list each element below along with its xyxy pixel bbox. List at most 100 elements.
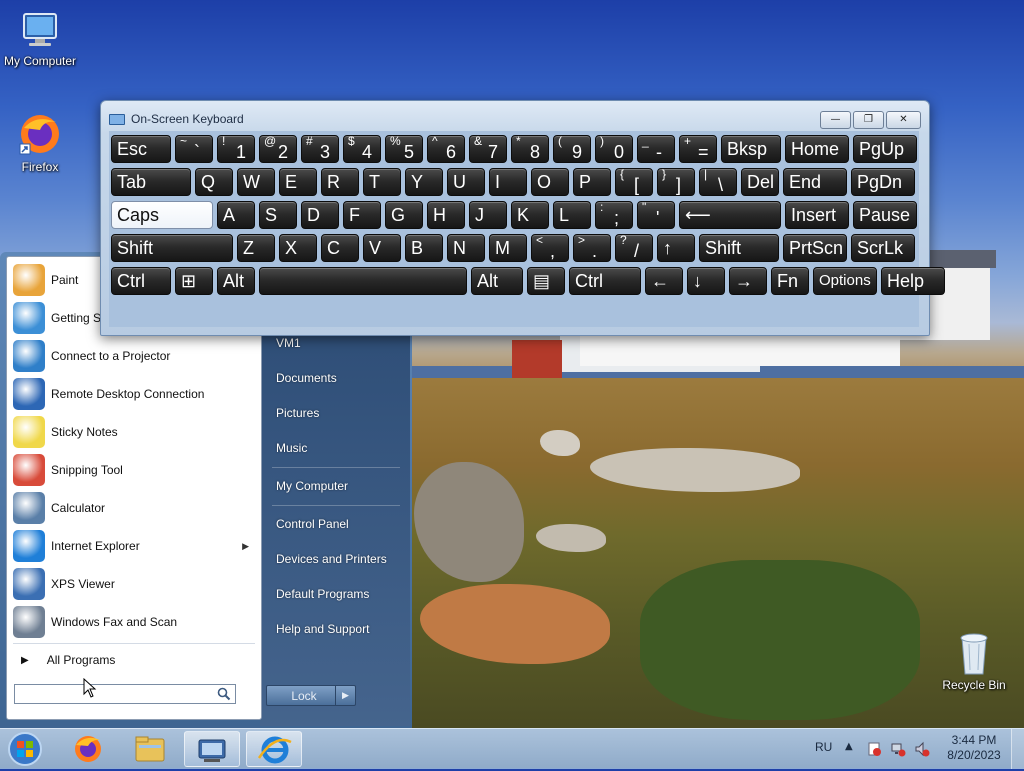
key-3d[interactable]: + =: [679, 135, 717, 163]
key-2[interactable]: @2: [259, 135, 297, 163]
key-3b[interactable]: :;: [595, 201, 633, 229]
key-y[interactable]: Y: [405, 168, 443, 196]
key-x[interactable]: X: [279, 234, 317, 262]
search-icon[interactable]: [217, 687, 231, 701]
desktop-icon-firefox[interactable]: Firefox: [0, 110, 80, 174]
key-shift[interactable]: Shift: [111, 234, 233, 262]
key-60[interactable]: ~ `: [175, 135, 213, 163]
start-menu-item[interactable]: Remote Desktop Connection: [7, 375, 261, 413]
key-9[interactable]: (9: [553, 135, 591, 163]
key-left-arrow[interactable]: ←: [645, 267, 683, 295]
key-f[interactable]: F: [343, 201, 381, 229]
key-5[interactable]: % 5: [385, 135, 423, 163]
key-del[interactable]: Del: [741, 168, 779, 196]
key-backslash[interactable]: | \: [699, 168, 737, 196]
key-s[interactable]: S: [259, 201, 297, 229]
key-e[interactable]: E: [279, 168, 317, 196]
close-button[interactable]: ✕: [886, 111, 921, 129]
key-up-arrow[interactable]: ↑: [657, 234, 695, 262]
key-4[interactable]: $4: [343, 135, 381, 163]
minimize-button[interactable]: —: [820, 111, 851, 129]
key--[interactable]: _ -: [637, 135, 675, 163]
taskbar-firefox-button[interactable]: [60, 731, 116, 767]
start-menu-link[interactable]: Control Panel: [276, 517, 349, 531]
search-input[interactable]: [19, 686, 203, 704]
key-alt[interactable]: Alt: [471, 267, 523, 295]
key-ctrl[interactable]: Ctrl: [569, 267, 641, 295]
key-u[interactable]: U: [447, 168, 485, 196]
key-m[interactable]: M: [489, 234, 527, 262]
start-button[interactable]: [6, 731, 44, 767]
key-1[interactable]: ! 1: [217, 135, 255, 163]
key-c[interactable]: C: [321, 234, 359, 262]
lock-button[interactable]: Lock: [266, 685, 342, 706]
key-i[interactable]: I: [489, 168, 527, 196]
key-6[interactable]: ^ 6: [427, 135, 465, 163]
taskbar-osk-button[interactable]: [184, 731, 240, 767]
volume-muted-icon[interactable]: [914, 741, 930, 757]
key-alt[interactable]: Alt: [217, 267, 255, 295]
key-.[interactable]: >.: [573, 234, 611, 262]
start-search-box[interactable]: [14, 684, 236, 704]
key-shift[interactable]: Shift: [699, 234, 779, 262]
key-enter[interactable]: ⟵: [679, 201, 781, 229]
maximize-button[interactable]: ❐: [853, 111, 884, 129]
key-space[interactable]: [259, 267, 467, 295]
all-programs-button[interactable]: ▶ All Programs: [21, 653, 115, 667]
key-p[interactable]: P: [573, 168, 611, 196]
key-d[interactable]: D: [301, 201, 339, 229]
key-3[interactable]: #3: [301, 135, 339, 163]
key-5d[interactable]: }]: [657, 168, 695, 196]
desktop-icon-recycle-bin[interactable]: Recycle Bin: [934, 630, 1014, 692]
key-g[interactable]: G: [385, 201, 423, 229]
start-menu-link[interactable]: VM1: [276, 336, 301, 350]
show-desktop-button[interactable]: [1011, 729, 1024, 769]
key-j[interactable]: J: [469, 201, 507, 229]
key-esc[interactable]: Esc: [111, 135, 171, 163]
key-k[interactable]: K: [511, 201, 549, 229]
key-prtscn[interactable]: PrtScn: [783, 234, 847, 262]
key-a[interactable]: A: [217, 201, 255, 229]
key-b[interactable]: B: [405, 234, 443, 262]
key-w[interactable]: W: [237, 168, 275, 196]
key-pgup[interactable]: PgUp: [853, 135, 917, 163]
key-7[interactable]: & 7: [469, 135, 507, 163]
key-options[interactable]: Options: [813, 267, 877, 295]
key-right-arrow[interactable]: →: [729, 267, 767, 295]
start-menu-link[interactable]: Documents: [276, 371, 337, 385]
key-n[interactable]: N: [447, 234, 485, 262]
taskbar-ie-button[interactable]: [246, 731, 302, 767]
key-v[interactable]: V: [363, 234, 401, 262]
key-0[interactable]: ) 0: [595, 135, 633, 163]
key-t[interactable]: T: [363, 168, 401, 196]
key-home[interactable]: Home: [785, 135, 849, 163]
start-menu-link[interactable]: Music: [276, 441, 307, 455]
key-bksp[interactable]: Bksp: [721, 135, 781, 163]
key-q[interactable]: Q: [195, 168, 233, 196]
shutdown-options-button[interactable]: ▶: [335, 685, 356, 706]
key-h[interactable]: H: [427, 201, 465, 229]
key-z[interactable]: Z: [237, 234, 275, 262]
taskbar-explorer-button[interactable]: [122, 731, 178, 767]
key-'[interactable]: " ': [637, 201, 675, 229]
network-icon[interactable]: [890, 741, 906, 757]
key-end[interactable]: End: [783, 168, 847, 196]
start-menu-link[interactable]: Default Programs: [276, 587, 369, 601]
key-2c[interactable]: <,: [531, 234, 569, 262]
key-pgdn[interactable]: PgDn: [851, 168, 915, 196]
key-down-arrow[interactable]: ↓: [687, 267, 725, 295]
key-2f[interactable]: ? /: [615, 234, 653, 262]
key-5b[interactable]: {[: [615, 168, 653, 196]
key-menu[interactable]: ▤: [527, 267, 565, 295]
start-menu-item[interactable]: Internet Explorer ▶: [7, 527, 261, 565]
start-menu-item[interactable]: Snipping Tool: [7, 451, 261, 489]
start-menu-item[interactable]: Connect to a Projector: [7, 337, 261, 375]
action-center-icon[interactable]: [866, 741, 882, 757]
start-menu-link[interactable]: Devices and Printers: [276, 552, 387, 566]
key-l[interactable]: L: [553, 201, 591, 229]
clock[interactable]: 3:44 PM 8/20/2023: [944, 733, 1004, 763]
start-menu-item[interactable]: Windows Fax and Scan: [7, 603, 261, 641]
show-hidden-icons-button[interactable]: ▲: [845, 741, 853, 752]
key-insert[interactable]: Insert: [785, 201, 849, 229]
key-windows[interactable]: ⊞: [175, 267, 213, 295]
